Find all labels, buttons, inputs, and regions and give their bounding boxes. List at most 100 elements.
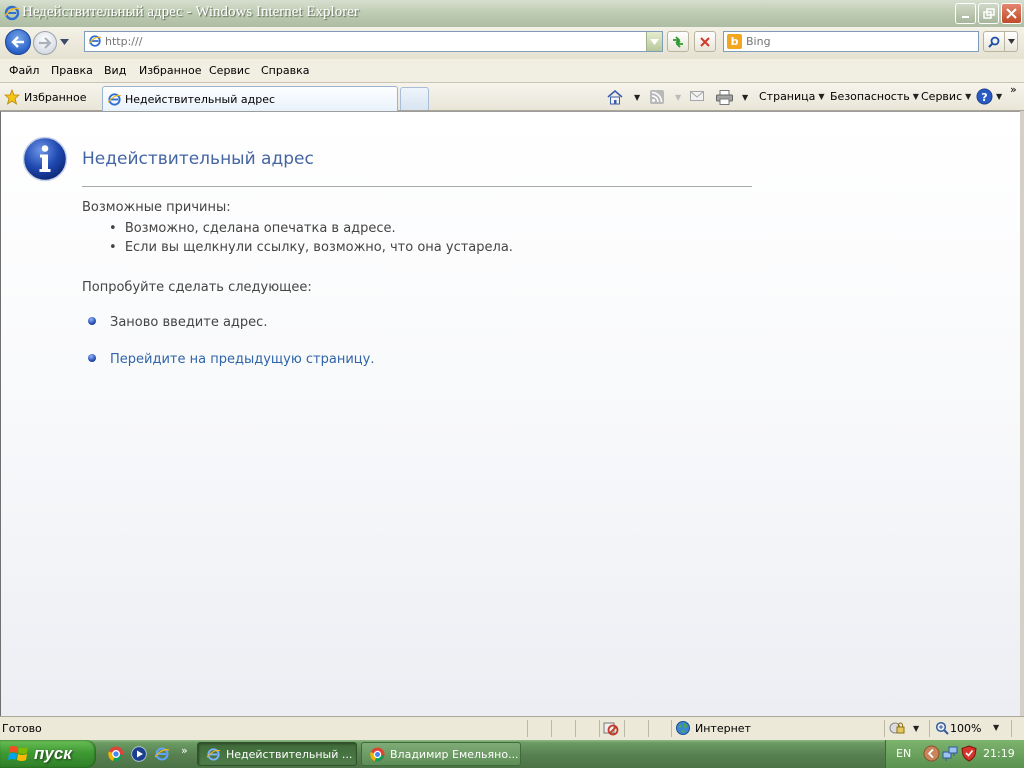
popup-blocked-icon[interactable] <box>603 721 619 736</box>
address-dropdown-button[interactable] <box>646 32 662 51</box>
status-divider <box>551 720 552 737</box>
page-menu-label: Страница <box>759 90 816 103</box>
back-arrow-icon <box>11 36 24 48</box>
search-button[interactable] <box>983 31 1005 52</box>
print-button[interactable]: ▼ <box>716 90 748 105</box>
page-menu-button[interactable]: Страница ▼ <box>759 90 825 103</box>
close-button[interactable] <box>1001 3 1022 24</box>
address-bar[interactable] <box>84 31 663 52</box>
back-button[interactable] <box>5 29 31 55</box>
status-bar: Готово Интернет ▼ 100% ▼ <box>0 716 1024 740</box>
menu-view[interactable]: Вид <box>104 64 126 77</box>
network-icon[interactable] <box>942 745 959 762</box>
tools-menu-button[interactable]: Сервис ▼ <box>921 90 971 103</box>
go-back-link[interactable]: Перейдите на предыдущую страницу. <box>110 352 374 367</box>
tab-label: Недействительный адрес <box>125 92 276 106</box>
error-title: Недействительный адрес <box>82 149 314 169</box>
title-bar[interactable]: Недействительный адрес - Windows Interne… <box>0 0 1024 28</box>
chevron-down-icon <box>1007 39 1015 44</box>
search-input[interactable] <box>746 34 971 49</box>
address-input[interactable] <box>105 34 640 49</box>
chevron-down-icon: ▼ <box>818 92 825 101</box>
ie-logo-icon[interactable] <box>154 746 170 762</box>
help-button[interactable]: ? ▼ <box>976 88 1002 105</box>
language-indicator[interactable]: EN <box>896 747 911 760</box>
taskbar-item-label: Владимир Емельяно... <box>390 747 519 761</box>
status-divider <box>599 720 600 737</box>
stop-button[interactable] <box>694 31 716 52</box>
cause-item: • Если вы щелкнули ссылку, возможно, что… <box>109 240 513 255</box>
tab-active[interactable]: Недействительный адрес <box>102 86 398 111</box>
search-options-button[interactable] <box>1004 31 1018 52</box>
menu-help[interactable]: Справка <box>261 64 309 77</box>
safety-menu-button[interactable]: Безопасность ▼ <box>830 90 919 103</box>
menu-favorites[interactable]: Избранное <box>139 64 201 77</box>
minimize-button[interactable] <box>955 3 976 24</box>
status-divider <box>648 720 649 737</box>
help-icon: ? <box>976 88 993 105</box>
try-heading: Попробуйте сделать следующее: <box>82 280 312 295</box>
status-divider <box>884 720 885 737</box>
bullet-icon <box>88 354 96 362</box>
start-button[interactable]: пуск <box>0 740 96 768</box>
new-tab-button[interactable] <box>400 87 429 110</box>
search-box[interactable]: b <box>723 31 979 52</box>
security-zone-label: Интернет <box>695 722 751 735</box>
page-ie-icon <box>88 35 102 47</box>
cause-text: Возможно, сделана опечатка в адресе. <box>124 221 396 236</box>
printer-icon <box>716 90 733 105</box>
home-button[interactable]: ▼ <box>607 90 640 105</box>
status-divider <box>929 720 930 737</box>
media-player-icon[interactable] <box>131 746 147 762</box>
ie-logo-icon <box>206 747 221 761</box>
tab-bar: Избранное Недействительный адрес ▼ ▼ ▼ С… <box>0 83 1024 111</box>
stop-icon <box>700 36 710 47</box>
taskbar-item-ie[interactable]: Недействительный ... <box>197 742 357 766</box>
zoom-icon <box>935 721 949 735</box>
lock-settings-icon <box>889 722 905 734</box>
refresh-button[interactable] <box>667 31 689 52</box>
taskbar-item-label: Недействительный ... <box>226 747 353 761</box>
chevron-overflow-icon[interactable]: » <box>1010 83 1017 96</box>
favorites-button[interactable]: Избранное <box>4 87 86 107</box>
svg-text:?: ? <box>981 91 987 104</box>
chevron-down-icon: ▼ <box>634 93 641 102</box>
protected-mode-button[interactable]: ▼ <box>889 721 919 735</box>
restore-icon <box>982 7 995 19</box>
navigation-bar: b <box>0 27 1024 59</box>
start-label: пуск <box>34 744 72 763</box>
feeds-button[interactable]: ▼ <box>650 90 681 104</box>
cause-text: Если вы щелкнули ссылку, возможно, что о… <box>124 240 513 255</box>
history-dropdown-icon[interactable] <box>60 39 69 45</box>
chrome-icon[interactable] <box>108 746 124 762</box>
menu-file[interactable]: Файл <box>9 64 39 77</box>
causes-heading: Возможные причины: <box>82 200 231 215</box>
favorites-label: Избранное <box>24 90 87 104</box>
chevron-down-icon: ▼ <box>965 92 972 101</box>
status-divider <box>624 720 625 737</box>
page-content: Недействительный адрес Возможные причины… <box>0 111 1020 716</box>
chevron-down-icon[interactable]: ▼ <box>993 723 999 732</box>
forward-button[interactable] <box>33 31 57 55</box>
windows-logo-icon <box>8 746 28 761</box>
tray-collapse-icon[interactable] <box>923 745 940 762</box>
restore-button[interactable] <box>978 3 999 24</box>
search-icon <box>988 36 1000 48</box>
security-shield-icon[interactable] <box>961 745 977 762</box>
ie-logo-icon <box>4 5 20 21</box>
status-divider <box>575 720 576 737</box>
status-divider <box>671 720 672 737</box>
chrome-icon <box>370 746 385 762</box>
read-mail-button[interactable] <box>690 90 704 102</box>
refresh-icon <box>673 35 683 48</box>
taskbar-item-chrome[interactable]: Владимир Емельяно... <box>361 742 521 766</box>
menu-edit[interactable]: Правка <box>51 64 93 77</box>
safety-menu-label: Безопасность <box>830 90 910 103</box>
menu-tools[interactable]: Сервис <box>209 64 250 77</box>
rss-feed-icon <box>650 90 664 104</box>
zoom-level[interactable]: 100% <box>950 722 981 735</box>
quick-launch-overflow-icon[interactable]: » <box>181 744 188 757</box>
chevron-down-icon: ▼ <box>912 92 919 101</box>
chevron-down-icon: ▼ <box>742 93 749 102</box>
action-retype-address: Заново введите адрес. <box>110 315 268 330</box>
